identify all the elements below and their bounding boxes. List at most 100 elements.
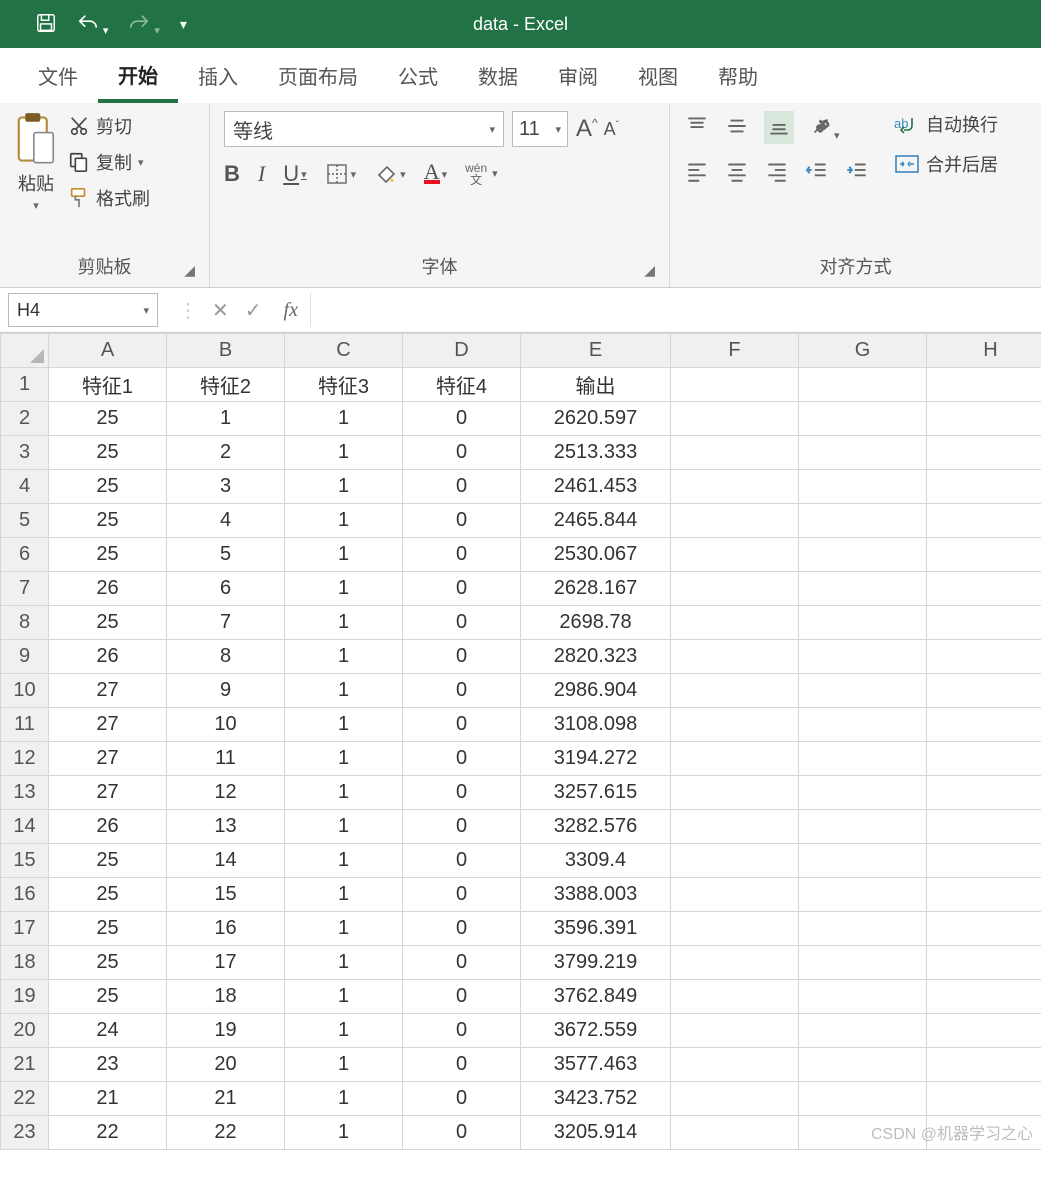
cell[interactable]: 2513.333 [521, 436, 671, 470]
column-header-A[interactable]: A [49, 334, 167, 368]
cell[interactable]: 1 [285, 742, 403, 776]
cell[interactable]: 20 [167, 1048, 285, 1082]
cell[interactable]: 0 [403, 572, 521, 606]
cell[interactable]: 输出 [521, 368, 671, 402]
cell[interactable]: 0 [403, 436, 521, 470]
cell[interactable]: 3257.615 [521, 776, 671, 810]
font-name-combo[interactable]: 等线▾ [224, 111, 504, 147]
cell[interactable]: 1 [285, 402, 403, 436]
row-header[interactable]: 16 [1, 878, 49, 912]
cell[interactable] [799, 606, 927, 640]
font-color-button[interactable]: A▾ [424, 164, 447, 184]
formula-input[interactable] [310, 293, 1041, 327]
cell[interactable] [927, 1116, 1041, 1150]
cell[interactable]: 3799.219 [521, 946, 671, 980]
cell[interactable] [927, 606, 1041, 640]
cell[interactable]: 特征2 [167, 368, 285, 402]
paste-button[interactable]: 粘贴 ▾ [14, 111, 58, 212]
cell[interactable] [927, 470, 1041, 504]
cell[interactable] [671, 980, 799, 1014]
cell[interactable]: 17 [167, 946, 285, 980]
cell[interactable]: 9 [167, 674, 285, 708]
cell[interactable] [927, 402, 1041, 436]
cell[interactable] [671, 1048, 799, 1082]
row-header[interactable]: 11 [1, 708, 49, 742]
cell[interactable]: 3309.4 [521, 844, 671, 878]
cell[interactable]: 26 [49, 640, 167, 674]
worksheet-grid[interactable]: ABCDEFGH 1特征1特征2特征3特征4输出2251102620.59732… [0, 333, 1041, 1150]
cell[interactable] [927, 436, 1041, 470]
cell[interactable] [671, 1116, 799, 1150]
cell[interactable]: 1 [285, 1048, 403, 1082]
row-header[interactable]: 15 [1, 844, 49, 878]
cell[interactable] [671, 436, 799, 470]
cell[interactable]: 3282.576 [521, 810, 671, 844]
row-header[interactable]: 14 [1, 810, 49, 844]
cell[interactable]: 2465.844 [521, 504, 671, 538]
column-header-C[interactable]: C [285, 334, 403, 368]
cell[interactable]: 3205.914 [521, 1116, 671, 1150]
grip-icon[interactable]: ⋮ [178, 298, 196, 323]
cell[interactable]: 特征1 [49, 368, 167, 402]
cell[interactable]: 21 [167, 1082, 285, 1116]
copy-button[interactable]: 复制 ▾ [68, 149, 150, 175]
cell[interactable]: 25 [49, 402, 167, 436]
cell[interactable]: 13 [167, 810, 285, 844]
cell[interactable]: 25 [49, 912, 167, 946]
cell[interactable]: 21 [49, 1082, 167, 1116]
cell[interactable]: 1 [285, 436, 403, 470]
cell[interactable]: 3388.003 [521, 878, 671, 912]
format-painter-button[interactable]: 格式刷 [68, 185, 150, 211]
cell[interactable] [799, 1116, 927, 1150]
cell[interactable]: 1 [285, 674, 403, 708]
cell[interactable] [671, 878, 799, 912]
cell[interactable]: 0 [403, 1082, 521, 1116]
bold-button[interactable]: B [224, 161, 240, 187]
cell[interactable] [799, 470, 927, 504]
cell[interactable]: 特征3 [285, 368, 403, 402]
cell[interactable]: 25 [49, 538, 167, 572]
column-header-F[interactable]: F [671, 334, 799, 368]
cell[interactable] [799, 708, 927, 742]
cell[interactable] [799, 878, 927, 912]
row-header[interactable]: 7 [1, 572, 49, 606]
cell[interactable] [671, 776, 799, 810]
cell[interactable]: 25 [49, 470, 167, 504]
cell[interactable] [799, 742, 927, 776]
cell[interactable] [927, 708, 1041, 742]
column-header-D[interactable]: D [403, 334, 521, 368]
cell[interactable] [927, 504, 1041, 538]
cell[interactable]: 0 [403, 912, 521, 946]
cell[interactable]: 5 [167, 538, 285, 572]
cell[interactable] [799, 538, 927, 572]
decrease-indent-icon[interactable] [804, 158, 830, 187]
cell[interactable] [927, 1014, 1041, 1048]
cell[interactable] [799, 436, 927, 470]
cell[interactable]: 16 [167, 912, 285, 946]
underline-button[interactable]: U▾ [283, 161, 306, 187]
cell[interactable]: 3577.463 [521, 1048, 671, 1082]
row-header[interactable]: 4 [1, 470, 49, 504]
cell[interactable]: 2820.323 [521, 640, 671, 674]
cell[interactable] [799, 1014, 927, 1048]
cell[interactable]: 24 [49, 1014, 167, 1048]
row-header[interactable]: 18 [1, 946, 49, 980]
row-header[interactable]: 8 [1, 606, 49, 640]
cell[interactable]: 3762.849 [521, 980, 671, 1014]
cell[interactable] [671, 708, 799, 742]
column-header-H[interactable]: H [927, 334, 1041, 368]
row-header[interactable]: 19 [1, 980, 49, 1014]
cell[interactable] [927, 1082, 1041, 1116]
cell[interactable] [671, 606, 799, 640]
cell[interactable] [671, 640, 799, 674]
cell[interactable] [799, 368, 927, 402]
row-header[interactable]: 22 [1, 1082, 49, 1116]
cell[interactable]: 1 [285, 776, 403, 810]
cell[interactable] [671, 572, 799, 606]
column-header-B[interactable]: B [167, 334, 285, 368]
cell[interactable] [927, 844, 1041, 878]
save-icon[interactable] [35, 12, 57, 37]
italic-button[interactable]: I [258, 161, 265, 187]
cell[interactable]: 1 [167, 402, 285, 436]
row-header[interactable]: 3 [1, 436, 49, 470]
